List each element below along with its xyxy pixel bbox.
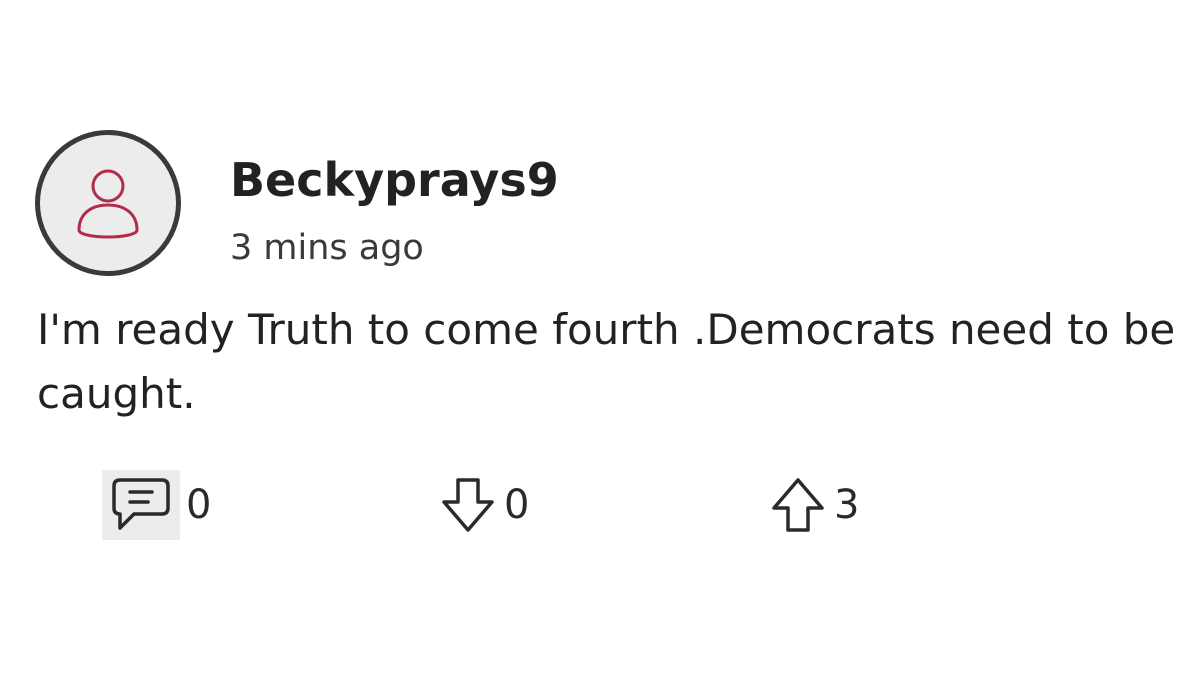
comment-count: 0 [186,482,212,528]
username[interactable]: Beckyprays9 [230,152,559,208]
downvote-count: 0 [504,482,530,528]
arrow-up-icon [768,474,828,536]
arrow-down-icon [438,474,498,536]
avatar[interactable] [35,130,181,276]
post-body: I'm ready Truth to come fourth .Democrat… [37,305,1176,418]
post-card: Beckyprays9 3 mins ago I'm ready Truth t… [0,0,1200,688]
post-actions: 0 0 3 [0,470,1200,550]
comment-icon [102,470,180,540]
post-timestamp: 3 mins ago [230,228,424,268]
upvote-count: 3 [834,482,860,528]
user-icon [77,169,139,239]
upvote-button[interactable]: 3 [768,470,859,540]
comment-button[interactable]: 0 [102,470,211,540]
downvote-button[interactable]: 0 [438,470,529,540]
